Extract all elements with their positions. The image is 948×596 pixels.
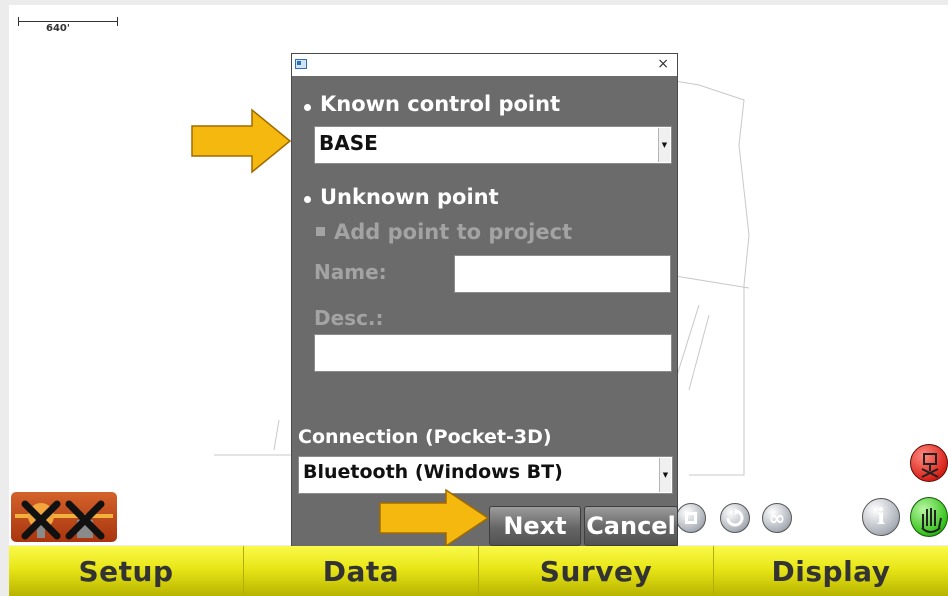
base-setup-dialog: × Known control point BASE ▼ Unknown poi… <box>291 53 678 547</box>
loop-icon[interactable]: ∞ <box>762 503 792 533</box>
connection-label: Connection (Pocket-3D) <box>298 426 552 448</box>
toolbar-data-button[interactable]: Data <box>244 546 479 596</box>
desc-input[interactable] <box>314 334 672 372</box>
scale-bar-label: 640' <box>46 23 70 34</box>
bottom-toolbar: Setup Data Survey Display <box>9 546 948 596</box>
toolbar-survey-button[interactable]: Survey <box>479 546 714 596</box>
dialog-titlebar: × <box>292 54 677 76</box>
known-point-radio[interactable] <box>304 104 311 111</box>
chevron-down-icon[interactable]: ▼ <box>659 458 671 492</box>
unknown-point-label: Unknown point <box>320 185 499 209</box>
name-input[interactable] <box>454 255 671 293</box>
unknown-point-radio[interactable] <box>304 196 311 203</box>
hand-icon[interactable] <box>910 497 948 537</box>
known-point-combo[interactable]: BASE ▼ <box>314 126 672 164</box>
scale-bar: 640' <box>18 17 118 34</box>
desc-label: Desc.: <box>314 306 384 330</box>
add-point-label: Add point to project <box>334 220 573 244</box>
name-label: Name: <box>314 260 387 284</box>
gps-status-icon[interactable] <box>11 492 117 542</box>
next-button[interactable]: Next <box>489 506 581 546</box>
square-tool-icon[interactable] <box>676 503 706 533</box>
toolbar-setup-button[interactable]: Setup <box>9 546 244 596</box>
cancel-button[interactable]: Cancel <box>584 506 678 546</box>
info-icon[interactable]: i <box>862 498 900 536</box>
close-button[interactable]: × <box>657 56 669 72</box>
window-icon <box>295 59 307 69</box>
chevron-down-icon[interactable]: ▼ <box>658 128 670 162</box>
annotation-arrow-combo <box>191 108 292 174</box>
rotate-icon[interactable] <box>720 503 750 533</box>
stop-icon[interactable] <box>910 444 948 482</box>
known-point-label: Known control point <box>320 92 561 116</box>
toolbar-display-button[interactable]: Display <box>714 546 948 596</box>
add-point-checkbox[interactable] <box>316 227 325 236</box>
annotation-arrow-next <box>379 488 490 548</box>
